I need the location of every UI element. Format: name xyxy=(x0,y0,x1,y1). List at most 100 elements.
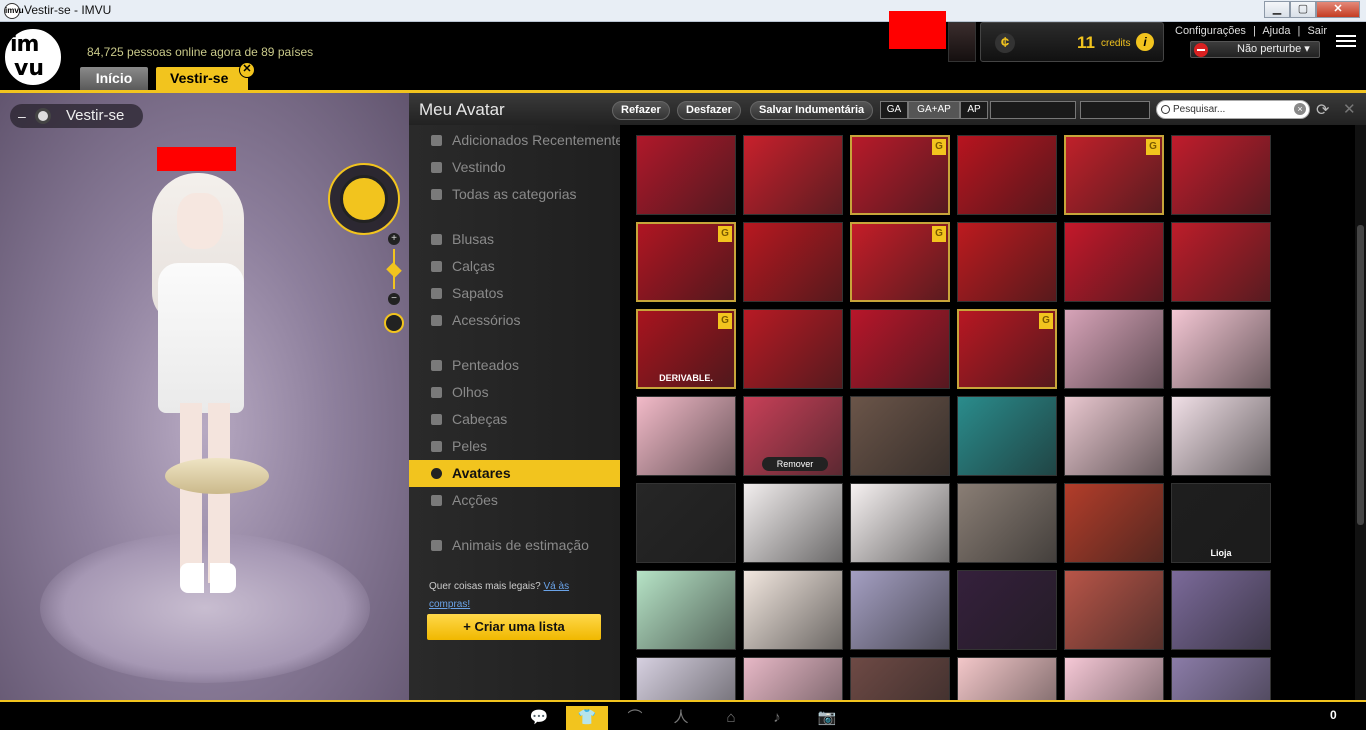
avatar-item-thumbnail[interactable] xyxy=(850,396,950,476)
category-todas-as-categorias[interactable]: Todas as categorias xyxy=(409,181,620,208)
gender-filter[interactable] xyxy=(990,101,1076,119)
category-animais-de-estima-o[interactable]: Animais de estimação xyxy=(409,532,620,559)
avatar-item-thumbnail[interactable] xyxy=(1171,570,1271,650)
avatar-item-thumbnail[interactable] xyxy=(636,570,736,650)
home-icon[interactable]: ⌂ xyxy=(710,706,752,730)
avatar-item-thumbnail[interactable] xyxy=(1171,135,1271,215)
avatar-thumbnail[interactable] xyxy=(948,22,976,62)
zoom-in-icon[interactable]: + xyxy=(388,233,400,245)
avatar-item-thumbnail[interactable] xyxy=(957,396,1057,476)
shirt-icon[interactable]: 👕 xyxy=(566,706,608,730)
avatar-item-thumbnail[interactable] xyxy=(636,135,736,215)
avatar-item-thumbnail[interactable]: G DERIVABLE. xyxy=(636,309,736,389)
zoom-out-icon[interactable]: − xyxy=(388,293,400,305)
avatar-item-thumbnail[interactable] xyxy=(1064,309,1164,389)
avatar-item-thumbnail[interactable] xyxy=(850,483,950,563)
avatar-item-thumbnail[interactable] xyxy=(850,570,950,650)
hamburger-menu-icon[interactable] xyxy=(1336,35,1356,49)
scrollbar-thumb[interactable] xyxy=(1357,225,1364,525)
info-icon[interactable]: i xyxy=(1136,33,1154,51)
avatar-item-thumbnail[interactable] xyxy=(957,483,1057,563)
save-outfit-button[interactable]: Salvar Indumentária xyxy=(750,101,874,120)
category-penteados[interactable]: Penteados xyxy=(409,352,620,379)
camera-icon[interactable]: 📷 xyxy=(806,706,848,730)
category-acess-rios[interactable]: Acessórios xyxy=(409,307,620,334)
avatar-item-thumbnail[interactable] xyxy=(743,570,843,650)
tab-home[interactable]: Início xyxy=(80,67,148,90)
avatar-item-thumbnail[interactable] xyxy=(1171,657,1271,700)
category-ac-es[interactable]: Acções xyxy=(409,487,620,514)
create-list-button[interactable]: + Criar uma lista xyxy=(427,614,601,640)
avatar-item-thumbnail[interactable] xyxy=(1171,222,1271,302)
avatar-item-thumbnail[interactable] xyxy=(957,222,1057,302)
avatar-item-thumbnail[interactable] xyxy=(1064,657,1164,700)
avatar-item-thumbnail[interactable]: G xyxy=(957,309,1057,389)
category-olhos[interactable]: Olhos xyxy=(409,379,620,406)
avatar-item-thumbnail[interactable] xyxy=(1171,309,1271,389)
rating-ga-ap-toggle[interactable]: GA+AP xyxy=(908,101,960,119)
pose-icon[interactable]: 人 xyxy=(660,706,702,730)
maximize-button[interactable]: ▢ xyxy=(1290,1,1316,18)
imvu-logo[interactable]: im vu xyxy=(0,24,68,92)
avatar-3d-view[interactable]: – Vestir-se + − xyxy=(0,93,409,700)
music-icon[interactable]: ♪ xyxy=(756,706,798,730)
avatar-item-thumbnail[interactable] xyxy=(1064,396,1164,476)
close-tab-icon[interactable]: ✕ xyxy=(239,62,255,78)
avatar-item-thumbnail[interactable] xyxy=(743,657,843,700)
search-input[interactable]: Pesquisar... × xyxy=(1156,100,1310,119)
view-mode-toggle[interactable] xyxy=(1080,101,1150,119)
avatar-item-thumbnail[interactable] xyxy=(957,570,1057,650)
category-sapatos[interactable]: Sapatos xyxy=(409,280,620,307)
avatar-item-thumbnail[interactable]: G xyxy=(1064,135,1164,215)
avatar-item-thumbnail[interactable] xyxy=(636,657,736,700)
avatar-item-thumbnail[interactable]: G xyxy=(850,222,950,302)
avatar-item-thumbnail[interactable] xyxy=(850,309,950,389)
pan-arrows-icon[interactable] xyxy=(340,175,388,223)
category-cabe-as[interactable]: Cabeças xyxy=(409,406,620,433)
avatar-item-thumbnail[interactable] xyxy=(636,396,736,476)
category-peles[interactable]: Peles xyxy=(409,433,620,460)
status-dropdown[interactable]: Não perturbe ▾ xyxy=(1190,41,1320,58)
avatar-item-thumbnail[interactable] xyxy=(1064,570,1164,650)
clear-search-icon[interactable]: × xyxy=(1294,103,1306,115)
refresh-icon[interactable]: ⟳ xyxy=(1316,100,1329,120)
rating-ga-toggle[interactable]: GA xyxy=(880,101,908,119)
avatar-item-thumbnail[interactable]: G xyxy=(636,222,736,302)
avatar-item-thumbnail[interactable] xyxy=(850,657,950,700)
avatar-item-thumbnail[interactable] xyxy=(1064,483,1164,563)
avatar-item-thumbnail[interactable] xyxy=(1064,222,1164,302)
logout-link[interactable]: Sair xyxy=(1307,25,1327,37)
remove-button[interactable]: Remover xyxy=(762,457,828,471)
close-panel-icon[interactable]: ✕ xyxy=(1343,100,1356,118)
settings-link[interactable]: Configurações xyxy=(1175,25,1246,37)
avatar-item-thumbnail[interactable] xyxy=(743,483,843,563)
avatar-item-thumbnail[interactable] xyxy=(957,135,1057,215)
avatar-item-thumbnail[interactable]: G xyxy=(850,135,950,215)
collapse-icon[interactable]: – xyxy=(18,104,26,128)
rating-ap-toggle[interactable]: AP xyxy=(960,101,988,119)
grid-scrollbar[interactable] xyxy=(1355,125,1366,700)
avatar-item-thumbnail[interactable] xyxy=(743,309,843,389)
avatar-item-thumbnail[interactable]: Remover xyxy=(743,396,843,476)
tab-dress-up[interactable]: Vestir-se ✕ xyxy=(156,62,255,90)
avatar-item-thumbnail[interactable] xyxy=(1171,396,1271,476)
close-button[interactable]: ✕ xyxy=(1316,1,1360,18)
minimize-button[interactable]: ▁ xyxy=(1264,1,1290,18)
avatar-item-thumbnail[interactable] xyxy=(743,135,843,215)
category-avatares[interactable]: Avatares xyxy=(409,460,620,487)
chat-icon[interactable]: 💬 xyxy=(518,706,560,730)
category-cal-as[interactable]: Calças xyxy=(409,253,620,280)
camera-pan-control[interactable] xyxy=(328,163,400,235)
zoom-slider-knob[interactable] xyxy=(386,262,402,278)
hanger-icon[interactable]: ⌒ xyxy=(614,706,656,730)
credits-panel[interactable]: ¢ 11 credits i xyxy=(980,22,1164,62)
category-vestindo[interactable]: Vestindo xyxy=(409,154,620,181)
category-blusas[interactable]: Blusas xyxy=(409,226,620,253)
avatar-item-thumbnail[interactable] xyxy=(957,657,1057,700)
reset-view-icon[interactable] xyxy=(384,313,404,333)
undo-button[interactable]: Desfazer xyxy=(677,101,741,120)
avatar-item-thumbnail[interactable] xyxy=(636,483,736,563)
view-label[interactable]: – Vestir-se xyxy=(10,104,143,128)
category-adicionados-recentemente[interactable]: Adicionados Recentemente xyxy=(409,127,620,154)
avatar-item-thumbnail[interactable] xyxy=(743,222,843,302)
